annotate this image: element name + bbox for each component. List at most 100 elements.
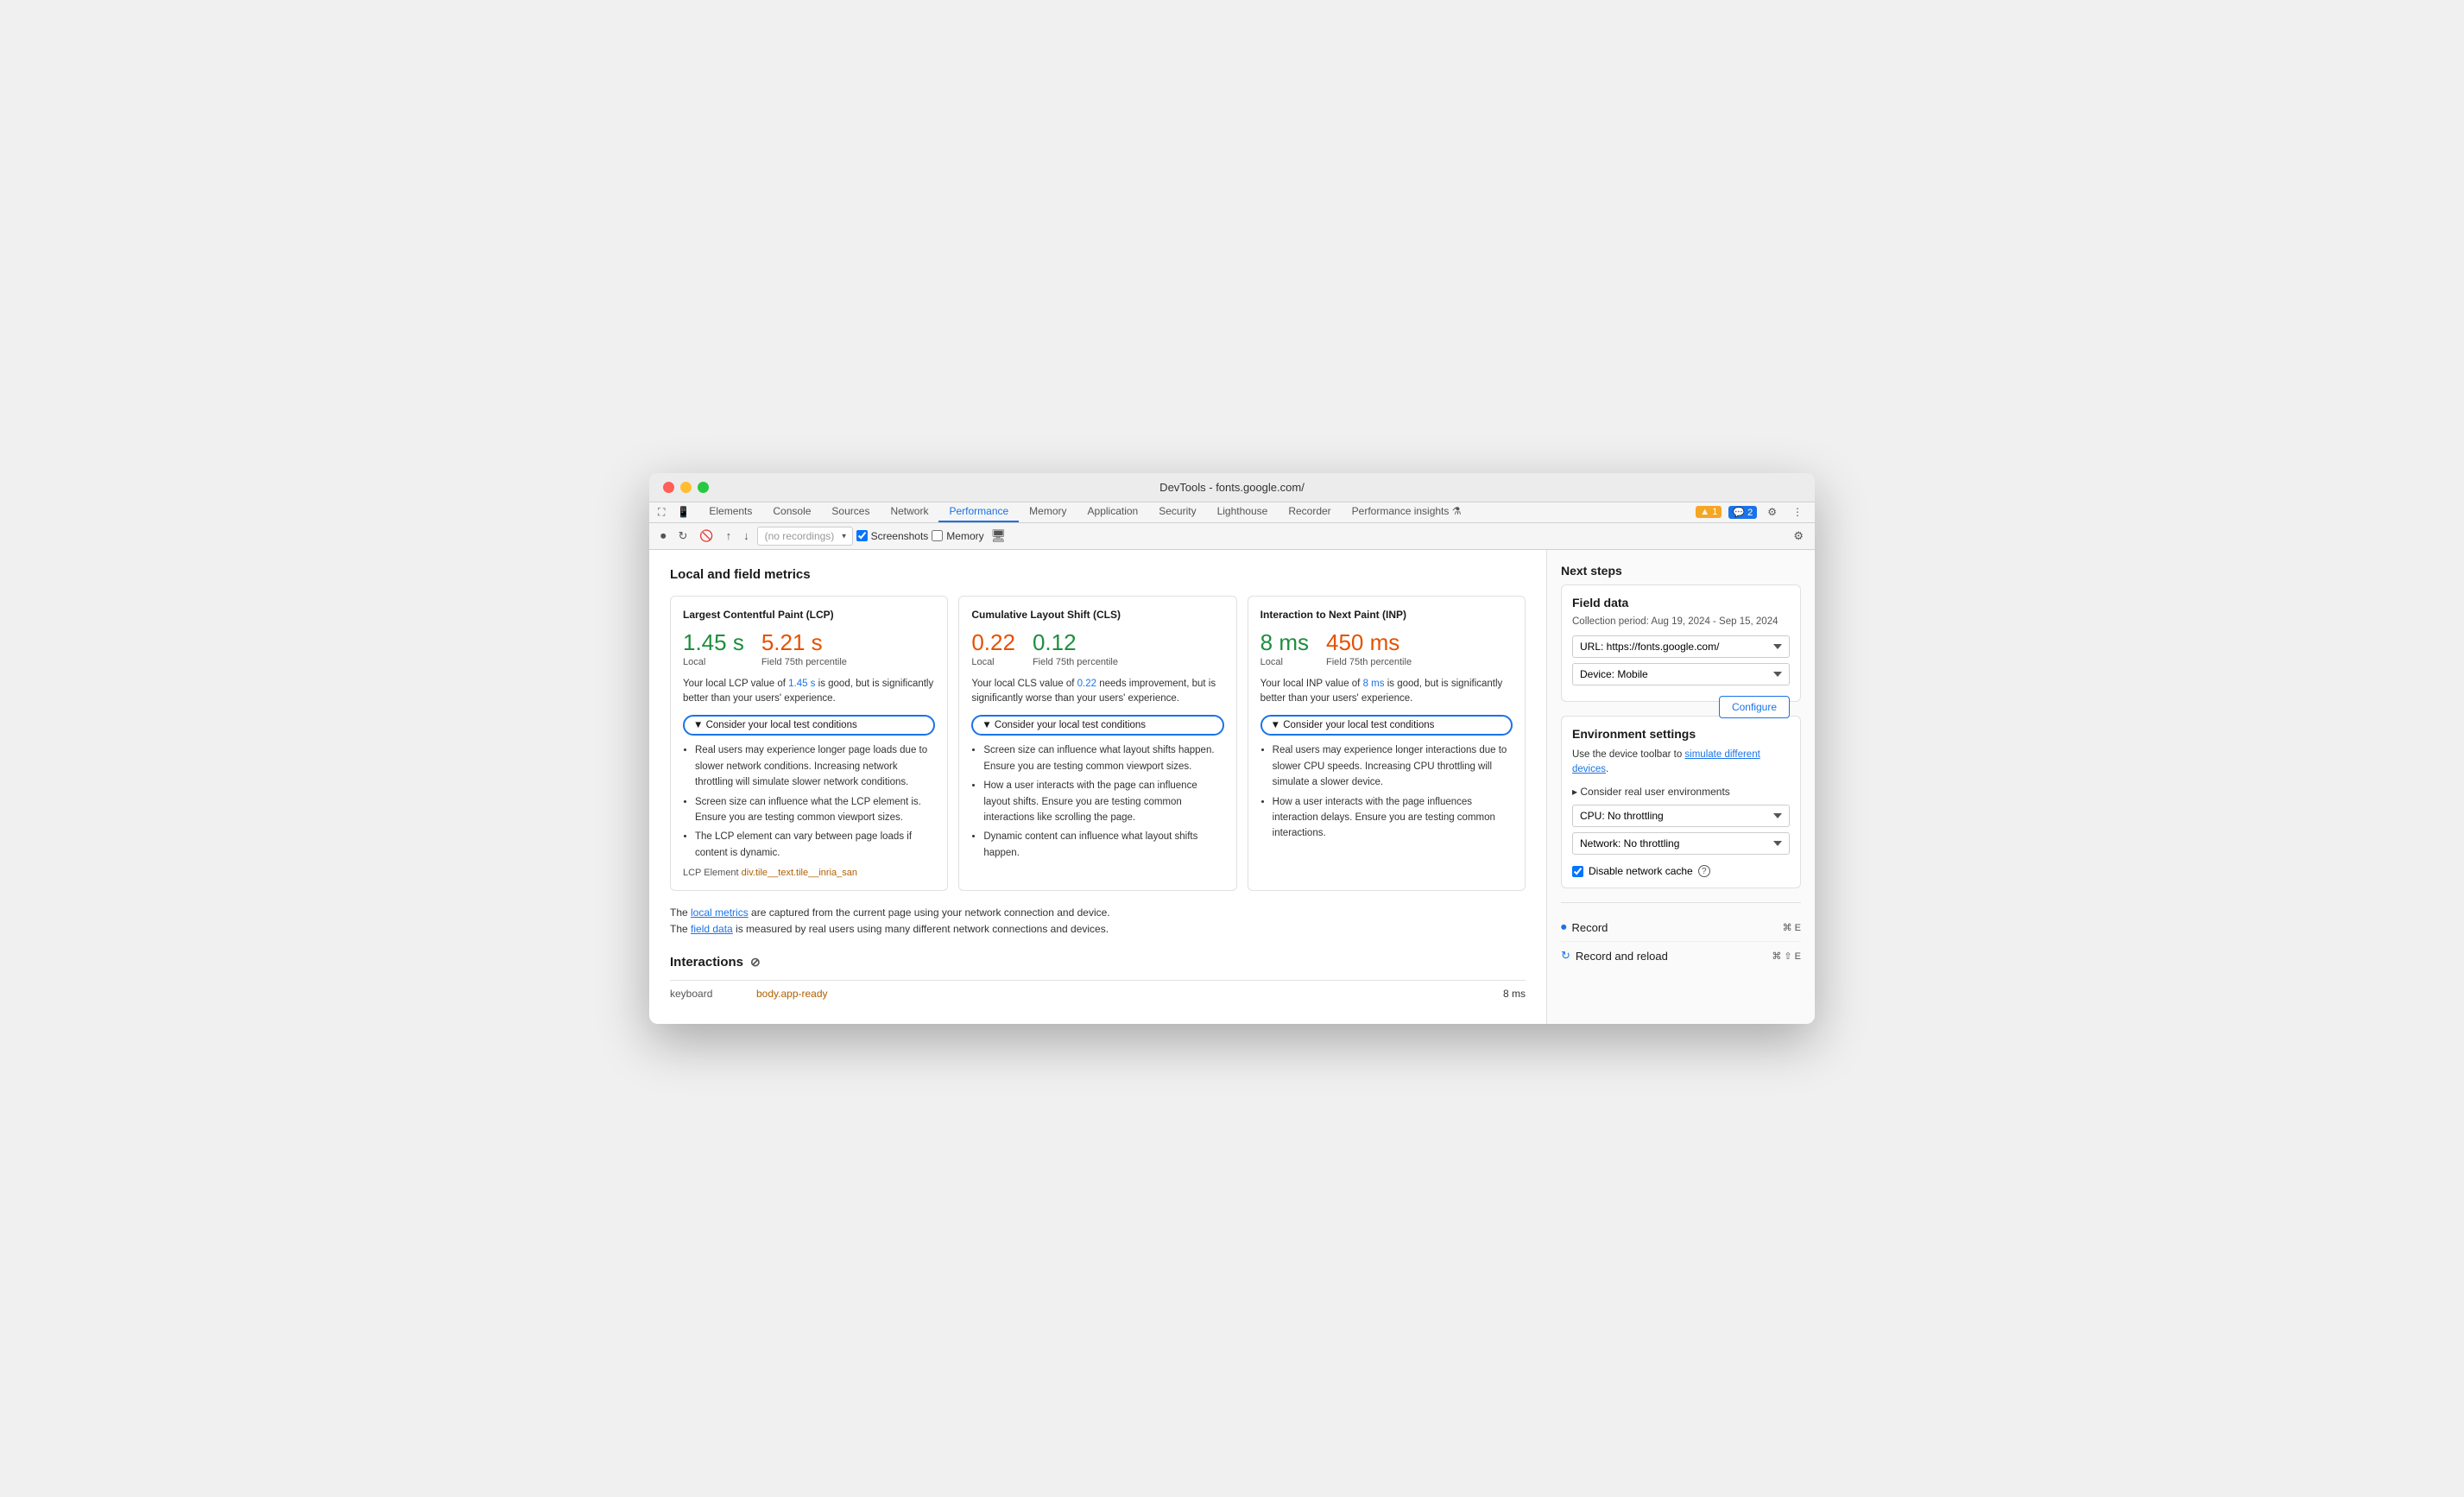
memory-checkbox[interactable]	[932, 530, 943, 541]
cpu-select[interactable]: CPU: No throttling	[1572, 805, 1790, 827]
inp-local-group: 8 ms Local	[1260, 629, 1309, 668]
cls-card: Cumulative Layout Shift (CLS) 0.22 Local…	[958, 596, 1236, 892]
close-button[interactable]	[663, 482, 674, 493]
tab-network[interactable]: Network	[880, 502, 938, 522]
url-select[interactable]: URL: https://fonts.google.com/	[1572, 635, 1790, 658]
refresh-button[interactable]: ↻	[674, 527, 692, 546]
clear-button[interactable]: 🚫	[695, 527, 717, 546]
upload-button[interactable]: ↑	[722, 527, 736, 545]
cls-bullets: Screen size can influence what layout sh…	[971, 742, 1223, 861]
settings-icon[interactable]: ⚙	[1762, 502, 1782, 521]
nav-tabs: Elements Console Sources Network Perform…	[698, 502, 1687, 522]
record-reload-label[interactable]: Record and reload	[1576, 950, 1668, 963]
lcp-bullets: Real users may experience longer page lo…	[683, 742, 935, 861]
left-panel: Local and field metrics Largest Contentf…	[649, 550, 1547, 1025]
inp-values: 8 ms Local 450 ms Field 75th percentile	[1260, 629, 1513, 668]
interactions-icon: ⊘	[750, 955, 761, 970]
tab-sources[interactable]: Sources	[821, 502, 880, 522]
lcp-bullet-3: The LCP element can vary between page lo…	[695, 829, 935, 861]
field-data-title: Field data	[1572, 596, 1790, 610]
recording-select[interactable]: (no recordings)	[757, 527, 853, 546]
lcp-field-label: Field 75th percentile	[761, 656, 847, 668]
tab-elements[interactable]: Elements	[698, 502, 762, 522]
interactions-title: Interactions ⊘	[670, 955, 1526, 970]
field-data-link[interactable]: field data	[691, 923, 733, 935]
info-badge[interactable]: 💬 2	[1728, 506, 1757, 519]
record-label[interactable]: Record	[1572, 921, 1608, 934]
cls-field-group: 0.12 Field 75th percentile	[1033, 629, 1118, 668]
lcp-element-value[interactable]: div.tile__text.tile__inria_san	[742, 868, 857, 878]
record-shortcut: ⌘ E	[1783, 922, 1801, 933]
memory-checkbox-label[interactable]: Memory	[932, 530, 983, 542]
maximize-button[interactable]	[698, 482, 709, 493]
lcp-link[interactable]: 1.45 s	[788, 679, 815, 689]
tab-recorder[interactable]: Recorder	[1278, 502, 1341, 522]
metrics-grid: Largest Contentful Paint (LCP) 1.45 s Lo…	[670, 596, 1526, 892]
cursor-icon[interactable]: ⛶	[653, 502, 670, 522]
cls-bullet-1: Screen size can influence what layout sh…	[983, 742, 1223, 774]
cls-title: Cumulative Layout Shift (CLS)	[971, 609, 1223, 621]
inp-description: Your local INP value of 8 ms is good, bu…	[1260, 677, 1513, 707]
lcp-description: Your local LCP value of 1.45 s is good, …	[683, 677, 935, 707]
cls-local-value: 0.22	[971, 629, 1015, 656]
cls-local-label: Local	[971, 656, 1015, 668]
toolbar-settings-icon[interactable]: ⚙	[1789, 527, 1808, 546]
cpu-icon: 🖥	[991, 528, 1007, 543]
tab-performance[interactable]: Performance	[938, 502, 1019, 522]
cls-description: Your local CLS value of 0.22 needs impro…	[971, 677, 1223, 707]
field-data-box: Field data Collection period: Aug 19, 20…	[1561, 584, 1801, 702]
record-start-button[interactable]: ⏺	[656, 527, 671, 546]
more-icon[interactable]: ⋮	[1787, 502, 1808, 521]
disable-cache-label: Disable network cache	[1589, 865, 1693, 877]
tab-bar: ⛶ 📱 Elements Console Sources Network Per…	[649, 502, 1815, 523]
cls-link[interactable]: 0.22	[1077, 679, 1096, 689]
tab-memory[interactable]: Memory	[1019, 502, 1077, 522]
alerts-badge[interactable]: ▲ 1	[1696, 506, 1722, 518]
download-button[interactable]: ↓	[739, 527, 754, 545]
footer-note: The local metrics are captured from the …	[670, 905, 1526, 938]
record-reload-shortcut: ⌘ ⇧ E	[1772, 951, 1801, 962]
inp-bullets: Real users may experience longer interac…	[1260, 742, 1513, 841]
disable-cache-row: Disable network cache ?	[1572, 865, 1790, 877]
inp-link[interactable]: 8 ms	[1363, 679, 1385, 689]
main-content: Local and field metrics Largest Contentf…	[649, 550, 1815, 1025]
device-icon[interactable]: 📱	[672, 502, 695, 521]
lcp-title: Largest Contentful Paint (LCP)	[683, 609, 935, 621]
disable-cache-checkbox[interactable]	[1572, 866, 1583, 877]
minimize-button[interactable]	[680, 482, 692, 493]
screenshots-checkbox-label[interactable]: Screenshots	[856, 530, 929, 542]
env-settings-title: Environment settings	[1572, 727, 1790, 741]
devtools-window: DevTools - fonts.google.com/ ⛶ 📱 Element…	[649, 473, 1815, 1025]
window-title: DevTools - fonts.google.com/	[1159, 481, 1305, 494]
lcp-local-label: Local	[683, 656, 744, 668]
tab-application[interactable]: Application	[1077, 502, 1149, 522]
interaction-selector[interactable]: body.app-ready	[756, 988, 828, 1000]
tab-right-icons: ▲ 1 💬 2 ⚙ ⋮	[1687, 502, 1815, 522]
help-icon[interactable]: ?	[1698, 865, 1710, 877]
cls-bullet-2: How a user interacts with the page can i…	[983, 778, 1223, 825]
configure-button[interactable]: Configure	[1719, 696, 1790, 718]
consider-real-button[interactable]: ▸ Consider real user environments	[1572, 786, 1790, 798]
record-icon: ⏺	[1561, 920, 1567, 934]
inp-consider-button[interactable]: ▼ Consider your local test conditions	[1260, 715, 1513, 736]
lcp-values: 1.45 s Local 5.21 s Field 75th percentil…	[683, 629, 935, 668]
tab-lighthouse[interactable]: Lighthouse	[1207, 502, 1279, 522]
tab-performance-insights[interactable]: Performance insights ⚗	[1342, 502, 1472, 522]
lcp-consider-button[interactable]: ▼ Consider your local test conditions	[683, 715, 935, 736]
tab-security[interactable]: Security	[1148, 502, 1206, 522]
network-select[interactable]: Network: No throttling	[1572, 832, 1790, 855]
lcp-local-value: 1.45 s	[683, 629, 744, 656]
local-metrics-link[interactable]: local metrics	[691, 906, 749, 919]
inp-field-label: Field 75th percentile	[1326, 656, 1412, 668]
cls-consider-button[interactable]: ▼ Consider your local test conditions	[971, 715, 1223, 736]
record-row: ⏺ Record ⌘ E	[1561, 913, 1801, 942]
toolbar-right: ⚙	[1789, 527, 1808, 546]
tab-console[interactable]: Console	[762, 502, 821, 522]
devtools-icon-group: ⛶ 📱	[649, 502, 698, 522]
env-description: Use the device toolbar to simulate diffe…	[1572, 748, 1790, 778]
screenshots-checkbox[interactable]	[856, 530, 868, 541]
cls-field-label: Field 75th percentile	[1033, 656, 1118, 668]
record-reload-row: ↻ Record and reload ⌘ ⇧ E	[1561, 942, 1801, 970]
inp-local-label: Local	[1260, 656, 1309, 668]
device-select[interactable]: Device: Mobile	[1572, 663, 1790, 685]
